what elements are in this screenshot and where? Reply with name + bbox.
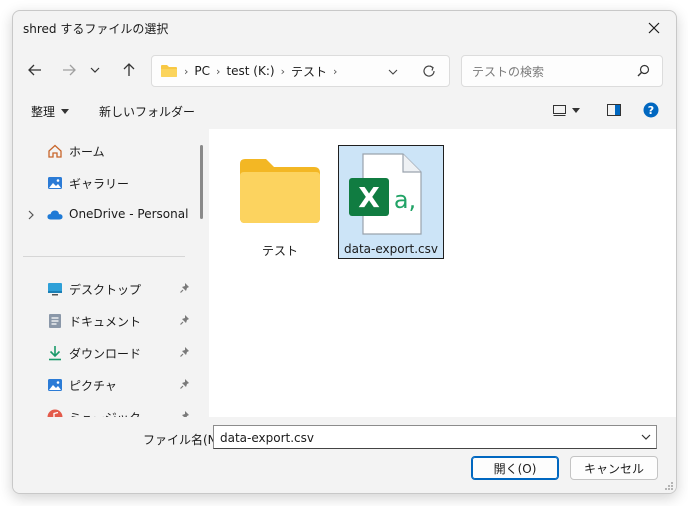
- file-name: data-export.csv: [344, 242, 438, 256]
- svg-text:?: ?: [648, 104, 654, 117]
- help-button[interactable]: ?: [643, 102, 659, 118]
- sidebar-item-label: OneDrive - Personal: [69, 207, 189, 221]
- chevron-right-icon: ›: [216, 64, 221, 78]
- file-open-dialog: shred するファイルの選択 › PC › test (K:) › テスト ›…: [12, 10, 677, 494]
- chevron-right-icon[interactable]: [27, 210, 35, 220]
- title-bar: shred するファイルの選択: [13, 11, 676, 45]
- file-item-csv[interactable]: X a, data-export.csv: [338, 145, 444, 259]
- desktop-icon: [47, 281, 63, 297]
- chevron-right-icon: ›: [280, 64, 285, 78]
- sidebar-item-label: ホーム: [69, 145, 105, 159]
- resize-grip-icon[interactable]: [664, 481, 674, 491]
- preview-pane-icon: [607, 104, 621, 116]
- new-folder-label: 新しいフォルダー: [99, 105, 196, 119]
- folder-icon: [161, 65, 177, 77]
- sidebar-item-documents[interactable]: ドキュメント: [13, 308, 199, 334]
- sidebar-item-label: ギャラリー: [69, 177, 130, 191]
- breadcrumb-item-pc[interactable]: PC: [194, 64, 210, 78]
- search-box[interactable]: [461, 55, 663, 87]
- pin-icon[interactable]: [179, 410, 191, 417]
- sidebar-item-label: ドキュメント: [69, 315, 142, 329]
- window-title: shred するファイルの選択: [23, 22, 169, 36]
- close-button[interactable]: [632, 11, 676, 45]
- music-icon: [47, 409, 63, 417]
- arrow-up-icon: [123, 63, 135, 76]
- sidebar-divider: [23, 256, 185, 257]
- arrow-left-icon: [28, 64, 41, 76]
- chevron-down-icon: [90, 67, 100, 73]
- pin-icon[interactable]: [179, 346, 191, 358]
- refresh-icon[interactable]: [422, 64, 436, 78]
- back-button[interactable]: [21, 57, 49, 83]
- file-list-view[interactable]: テスト X a, data-export.csv: [209, 129, 676, 417]
- sidebar-item-pictures[interactable]: ピクチャ: [13, 372, 199, 398]
- sidebar-scrollbar[interactable]: [200, 145, 203, 219]
- chevron-right-icon: ›: [184, 64, 189, 78]
- navigation-bar: › PC › test (K:) › テスト ›: [13, 45, 676, 95]
- pin-icon[interactable]: [179, 314, 191, 326]
- view-icon: [553, 105, 566, 116]
- open-button[interactable]: 開く(O): [471, 456, 559, 480]
- sidebar-item-onedrive[interactable]: OneDrive - Personal: [13, 202, 199, 228]
- gallery-icon: [47, 175, 63, 191]
- search-icon[interactable]: [637, 64, 650, 77]
- filename-input[interactable]: [218, 428, 622, 448]
- file-item-folder[interactable]: テスト: [227, 145, 333, 259]
- file-name: テスト: [261, 244, 298, 258]
- breadcrumb-item-drive[interactable]: test (K:): [226, 64, 274, 78]
- organize-menu-button[interactable]: 整理: [31, 103, 70, 120]
- breadcrumb-item-folder[interactable]: テスト: [291, 63, 327, 80]
- forward-button[interactable]: [55, 57, 83, 83]
- sidebar-item-label: ミュージック: [69, 409, 141, 417]
- cloud-icon: [47, 207, 63, 223]
- pictures-icon: [47, 377, 63, 393]
- breadcrumb: › PC › test (K:) › テスト ›: [160, 56, 337, 86]
- preview-pane-button[interactable]: [607, 104, 621, 116]
- pin-icon[interactable]: [179, 378, 191, 390]
- new-folder-button[interactable]: 新しいフォルダー: [99, 103, 195, 120]
- caret-down-icon: [61, 108, 70, 114]
- up-button[interactable]: [115, 57, 143, 83]
- cancel-button[interactable]: キャンセル: [570, 456, 658, 480]
- document-icon: [47, 313, 63, 329]
- svg-text:X: X: [358, 181, 380, 214]
- home-icon: [47, 143, 63, 159]
- close-icon: [648, 22, 660, 34]
- sidebar-item-music[interactable]: ミュージック: [13, 404, 199, 417]
- chevron-right-icon[interactable]: ›: [333, 65, 337, 78]
- sidebar-item-downloads[interactable]: ダウンロード: [13, 340, 199, 366]
- chevron-down-icon[interactable]: [640, 431, 652, 443]
- view-options-button[interactable]: [553, 105, 580, 116]
- organize-label: 整理: [31, 105, 56, 119]
- sidebar-item-gallery[interactable]: ギャラリー: [13, 170, 199, 196]
- filename-combobox[interactable]: [213, 425, 657, 449]
- command-bar: 整理 新しいフォルダー ?: [13, 95, 676, 129]
- address-bar[interactable]: › PC › test (K:) › テスト ›: [151, 55, 450, 87]
- address-history-chevron-icon[interactable]: [388, 67, 398, 77]
- arrow-right-icon: [63, 64, 76, 76]
- folder-icon: [240, 159, 320, 223]
- excel-csv-icon: X a,: [349, 153, 422, 235]
- sidebar-item-label: ピクチャ: [69, 379, 117, 393]
- pin-icon[interactable]: [179, 282, 191, 294]
- navigation-pane: ホーム ギャラリー OneDrive - Personal デスクトップ ドキュ…: [13, 129, 209, 417]
- sidebar-item-desktop[interactable]: デスクトップ: [13, 276, 199, 302]
- recent-locations-button[interactable]: [85, 57, 105, 83]
- search-input[interactable]: [470, 62, 634, 82]
- dialog-footer: ファイル名(N): 開く(O) キャンセル: [13, 417, 676, 493]
- sidebar-item-home[interactable]: ホーム: [13, 138, 199, 164]
- help-icon: ?: [643, 102, 659, 118]
- sidebar-item-label: ダウンロード: [69, 347, 142, 361]
- download-icon: [47, 345, 63, 361]
- svg-text:a,: a,: [394, 186, 416, 214]
- sidebar-item-label: デスクトップ: [69, 283, 142, 297]
- caret-down-icon: [572, 107, 580, 113]
